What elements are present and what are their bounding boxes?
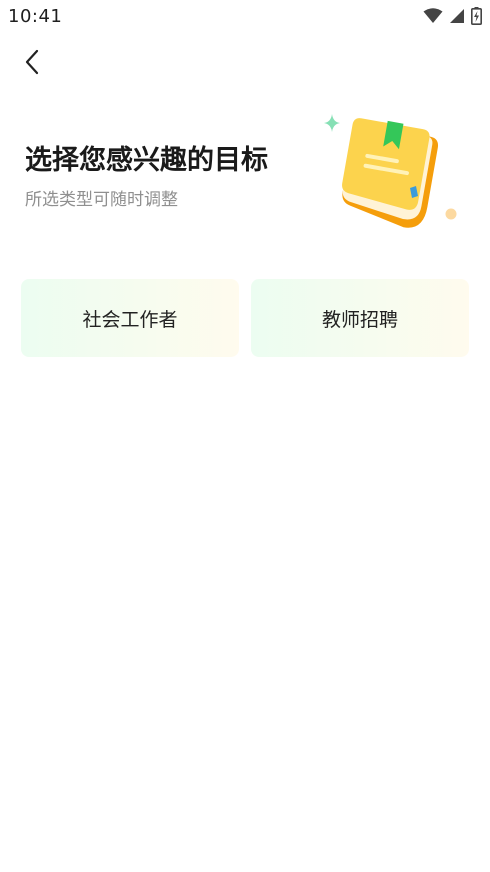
status-bar: 10:41 bbox=[0, 0, 490, 34]
status-icons bbox=[423, 7, 482, 25]
screen: 10:41 选择您感兴趣的目标 所选类型可随时调整 社会工作者 教师招聘 bbox=[0, 0, 490, 872]
option-card-social-worker[interactable]: 社会工作者 bbox=[21, 279, 239, 357]
cellular-signal-icon bbox=[450, 9, 464, 23]
page-subtitle: 所选类型可随时调整 bbox=[25, 190, 178, 210]
book-icon bbox=[324, 114, 457, 228]
back-button[interactable] bbox=[14, 44, 50, 80]
option-cards: 社会工作者 教师招聘 bbox=[21, 279, 469, 357]
page-title: 选择您感兴趣的目标 bbox=[25, 145, 268, 176]
wifi-icon bbox=[423, 8, 443, 23]
status-time: 10:41 bbox=[8, 6, 63, 27]
option-card-teacher-recruitment[interactable]: 教师招聘 bbox=[251, 279, 469, 357]
chevron-left-icon bbox=[25, 49, 39, 75]
battery-icon bbox=[471, 7, 482, 25]
